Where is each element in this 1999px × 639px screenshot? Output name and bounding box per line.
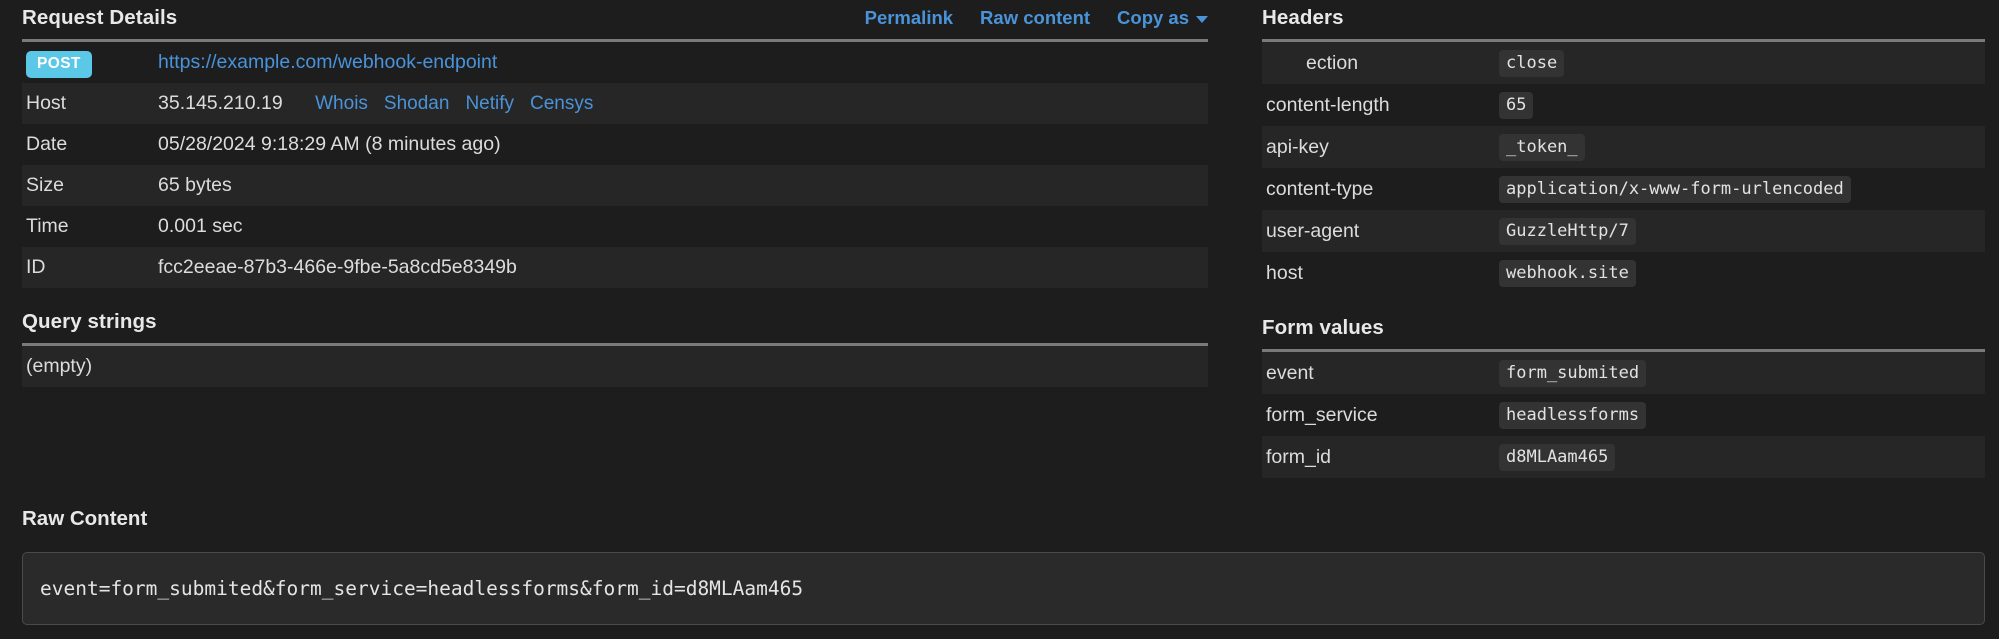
method-badge: POST	[26, 51, 92, 78]
table-row: ID fcc2eeae-87b3-466e-9fbe-5a8cd5e8349b	[22, 247, 1208, 288]
header-key-connection: ection	[1262, 42, 1499, 84]
table-row: Time 0.001 sec	[22, 206, 1208, 247]
time-value: 0.001 sec	[158, 215, 243, 237]
id-label: ID	[22, 247, 158, 288]
size-label: Size	[22, 165, 158, 206]
censys-link[interactable]: Censys	[530, 93, 593, 114]
table-row: Host 35.145.210.19 Whois Shodan Netify Cens…	[22, 83, 1208, 124]
id-value: fcc2eeae-87b3-466e-9fbe-5a8cd5e8349b	[158, 247, 1208, 288]
request-details-table: POST https://example.com/webhook-endpoin…	[22, 42, 1208, 288]
request-url-link[interactable]: https://example.com/webhook-endpoint	[158, 51, 497, 73]
table-row: content-length 65	[1262, 84, 1985, 126]
table-row: content-type application/x-www-form-urle…	[1262, 168, 1985, 210]
raw-content-box[interactable]: event=form_submited&form_service=headles…	[22, 552, 1985, 625]
host-value: 35.145.210.19	[158, 92, 283, 114]
whois-link[interactable]: Whois	[315, 93, 368, 114]
table-row: form_service headlessforms	[1262, 394, 1985, 436]
table-row: form_id d8MLAam465	[1262, 436, 1985, 478]
query-strings-table: (empty)	[22, 346, 1208, 387]
table-row: (empty)	[22, 346, 1208, 387]
header-key-content-type: content-type	[1266, 177, 1374, 200]
header-value-chip: close	[1499, 50, 1565, 77]
table-row: user-agent GuzzleHttp/7	[1262, 210, 1985, 252]
header-value-chip: _token_	[1499, 134, 1585, 161]
url-cell: https://example.com/webhook-endpoint	[158, 42, 1208, 83]
size-value: 65 bytes	[158, 165, 1208, 206]
header-value-chip: GuzzleHttp/7	[1499, 218, 1636, 245]
request-details-panel: Request Details Permalink Raw content Co…	[22, 6, 1208, 387]
time-label: Time	[26, 215, 69, 237]
form-value-form-id: d8MLAam465	[1499, 436, 1985, 478]
form-key-event: event	[1262, 352, 1499, 394]
request-details-page: Request Details Permalink Raw content Co…	[0, 0, 1999, 639]
form-value-chip: headlessforms	[1499, 402, 1647, 429]
query-strings-title: Query strings	[22, 310, 157, 333]
form-key-form-id: form_id	[1262, 436, 1499, 478]
copy-as-label: Copy as	[1117, 7, 1189, 28]
headers-panel: Headers ection close content-length 65 a…	[1262, 6, 1985, 478]
request-details-header: Request Details Permalink Raw content Co…	[22, 6, 1208, 30]
raw-content-section: Raw Content event=form_submited&form_ser…	[22, 507, 1985, 625]
header-value-host: webhook.site	[1499, 252, 1985, 294]
host-cell: 35.145.210.19 Whois Shodan Netify Censys	[158, 83, 1208, 124]
query-strings-section: Query strings (empty)	[22, 310, 1208, 387]
raw-content-title: Raw Content	[22, 507, 148, 530]
form-values-title: Form values	[1262, 316, 1384, 339]
header-value-connection: close	[1499, 42, 1985, 84]
date-value: 05/28/2024 9:18:29 AM (8 minutes ago)	[158, 133, 501, 155]
table-row: api-key _token_	[1262, 126, 1985, 168]
copy-as-dropdown[interactable]: Copy as	[1117, 7, 1208, 29]
header-value-content-type: application/x-www-form-urlencoded	[1499, 168, 1985, 210]
form-values-table: event form_submited form_service headles…	[1262, 352, 1985, 478]
date-label: Date	[26, 133, 68, 155]
headers-title: Headers	[1262, 6, 1344, 29]
raw-content-text: event=form_submited&form_service=headles…	[40, 577, 804, 600]
table-row: POST https://example.com/webhook-endpoin…	[22, 42, 1208, 83]
form-key-form-service: form_service	[1266, 403, 1378, 426]
header-key-content-length: content-length	[1266, 93, 1390, 116]
table-row: event form_submited	[1262, 352, 1985, 394]
method-cell: POST	[22, 42, 158, 83]
header-key-api-key: api-key	[1262, 126, 1499, 168]
headers-table: ection close content-length 65 api-key _…	[1262, 42, 1985, 294]
header-value-chip: application/x-www-form-urlencoded	[1499, 176, 1851, 203]
header-key-user-agent: user-agent	[1262, 210, 1499, 252]
chevron-down-icon	[1196, 15, 1208, 23]
query-strings-empty: (empty)	[22, 346, 1208, 387]
header-value-chip: webhook.site	[1499, 260, 1636, 287]
table-row: host webhook.site	[1262, 252, 1985, 294]
table-row: ection close	[1262, 42, 1985, 84]
form-value-chip: form_submited	[1499, 360, 1647, 387]
header-value-chip: 65	[1499, 92, 1534, 119]
header-key-host: host	[1266, 261, 1303, 284]
raw-content-link[interactable]: Raw content	[980, 7, 1090, 29]
page-title: Request Details	[22, 6, 178, 29]
table-row: Size 65 bytes	[22, 165, 1208, 206]
request-actions: Permalink Raw content Copy as	[865, 7, 1208, 29]
netify-link[interactable]: Netify	[465, 93, 514, 114]
form-value-chip: d8MLAam465	[1499, 444, 1616, 471]
form-values-section: Form values event form_submited form_ser…	[1262, 316, 1985, 478]
form-value-event: form_submited	[1499, 352, 1985, 394]
header-value-api-key: _token_	[1499, 126, 1985, 168]
header-value-user-agent: GuzzleHttp/7	[1499, 210, 1985, 252]
shodan-link[interactable]: Shodan	[384, 93, 450, 114]
header-value-content-length: 65	[1499, 84, 1985, 126]
table-row: Date 05/28/2024 9:18:29 AM (8 minutes ag…	[22, 124, 1208, 165]
permalink-link[interactable]: Permalink	[865, 7, 953, 29]
host-lookup-links: Whois Shodan Netify Censys	[315, 92, 593, 114]
host-label: Host	[22, 83, 158, 124]
form-value-form-service: headlessforms	[1499, 394, 1985, 436]
